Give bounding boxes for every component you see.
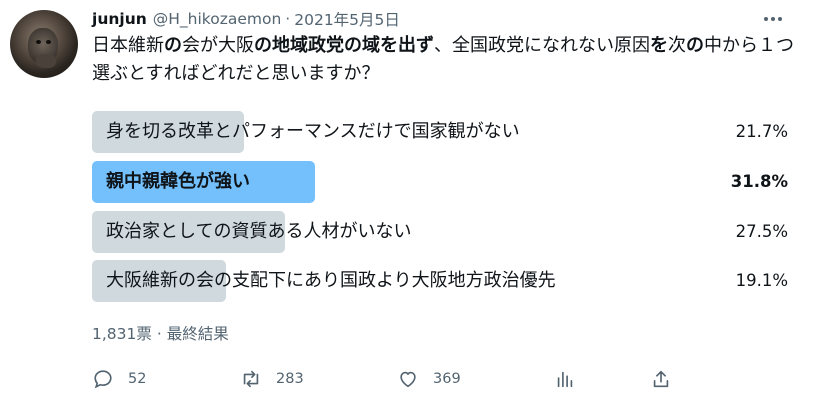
analytics-button[interactable]	[554, 366, 586, 392]
poll-option-label: 身を切る改革とパフォーマンスだけで国家観がない	[106, 121, 520, 142]
poll-option: 親中親韓色が強い 31.8%	[92, 161, 792, 203]
tweet-text-segment: 会が大阪	[182, 35, 254, 56]
retweet-button[interactable]: 283	[240, 366, 304, 392]
poll-summary: 1,831票 · 最終結果	[92, 322, 229, 344]
poll-status: 最終結果	[166, 325, 229, 343]
poll-option-percent: 31.8%	[730, 172, 788, 191]
share-button[interactable]	[650, 366, 682, 392]
tweet-text-segment: を	[650, 35, 668, 56]
analytics-icon	[557, 371, 573, 388]
header-separator: ·	[285, 10, 291, 28]
poll-option: 大阪維新の会の支配下にあり国政より大阪地方政治優先 19.1%	[92, 260, 792, 302]
tweet-text-segment: 、全国政党になれない原因	[434, 35, 650, 56]
poll-option-label: 親中親韓色が強い	[106, 171, 250, 192]
tweet-text-segment: 日本維新	[92, 35, 164, 56]
tweet-text-segment: 次	[668, 35, 686, 56]
share-icon	[653, 370, 669, 388]
avatar-hand	[36, 54, 56, 68]
poll-option: 身を切る改革とパフォーマンスだけで国家観がない 21.7%	[92, 111, 792, 153]
retweet-count: 283	[276, 371, 304, 387]
tweet-text-segment: の地域政党の域を出ず	[254, 35, 434, 56]
poll-option-label: 大阪維新の会の支配下にあり国政より大阪地方政治優先	[106, 270, 556, 291]
poll-votes: 1,831票	[92, 325, 152, 343]
tweet-header: junjun @H_hikozaemon · 2021年5月5日	[92, 8, 400, 30]
author-handle[interactable]: @H_hikozaemon	[153, 10, 282, 28]
reply-icon	[94, 370, 112, 389]
tweet-text: 日本維新の会が大阪の地域政党の域を出ず、全国政党になれない原因を次の中から１つ選…	[92, 32, 802, 88]
reply-count: 52	[128, 371, 147, 387]
more-horizontal-icon[interactable]	[758, 8, 788, 30]
poll-option-percent: 27.5%	[735, 222, 788, 241]
heart-icon	[400, 371, 416, 388]
poll-option-percent: 21.7%	[735, 122, 788, 141]
poll-separator: ·	[156, 325, 162, 343]
poll-option: 政治家としての資質ある人材がいない 27.5%	[92, 211, 792, 253]
poll-option-label: 政治家としての資質ある人材がいない	[106, 221, 412, 242]
avatar-eye-left	[36, 40, 41, 44]
retweet-icon	[243, 370, 259, 388]
tweet-date[interactable]: 2021年5月5日	[294, 8, 400, 30]
avatar[interactable]	[10, 10, 78, 78]
tweet-text-segment: の	[686, 35, 704, 56]
like-count: 369	[433, 371, 461, 387]
action-bar: 52 283 369	[92, 366, 792, 392]
reply-button[interactable]: 52	[92, 366, 146, 392]
avatar-eye-right	[46, 40, 51, 44]
tweet-text-segment: の	[164, 35, 182, 56]
poll-option-percent: 19.1%	[735, 271, 788, 290]
author-name[interactable]: junjun	[92, 10, 147, 28]
like-button[interactable]: 369	[397, 366, 461, 392]
